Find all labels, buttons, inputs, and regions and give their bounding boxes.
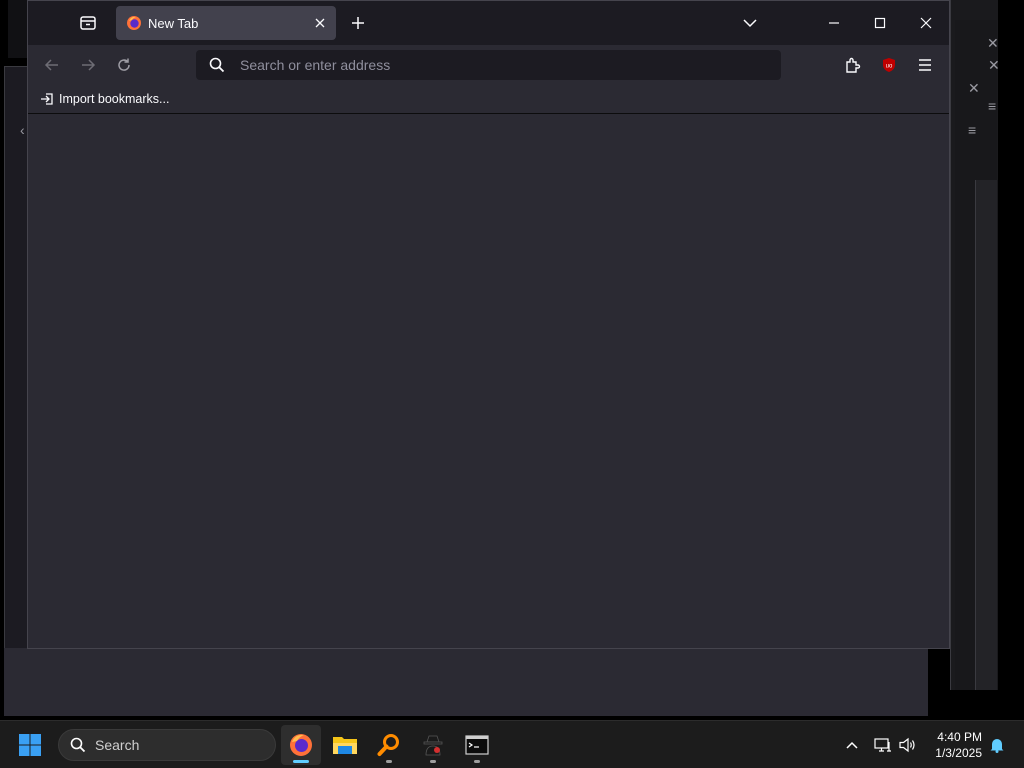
reload-button[interactable]	[110, 51, 138, 79]
running-indicator	[474, 760, 480, 763]
bell-icon	[990, 739, 1004, 753]
notifications-button[interactable]	[987, 735, 1007, 755]
taskbar-search-label: Search	[95, 737, 140, 753]
firefox-view-icon	[80, 16, 96, 30]
arrow-right-icon	[82, 59, 96, 71]
back-icon: ‹	[20, 122, 25, 138]
active-indicator	[293, 760, 309, 763]
firefox-view-button[interactable]	[76, 11, 100, 35]
taskbar-app-spy[interactable]	[413, 725, 453, 765]
close-tab-button[interactable]	[308, 11, 332, 35]
chevron-up-icon	[846, 741, 858, 749]
background-window	[8, 0, 28, 58]
address-bar[interactable]	[196, 50, 781, 80]
close-window-button[interactable]	[903, 7, 949, 39]
show-hidden-icons-button[interactable]	[842, 735, 862, 755]
background-window-footer	[4, 648, 928, 716]
menu-icon: ≡	[988, 98, 997, 114]
taskbar-app-search-tool[interactable]	[369, 725, 409, 765]
minimize-icon	[829, 22, 839, 24]
url-input[interactable]	[238, 56, 781, 74]
close-icon	[315, 18, 325, 28]
plus-icon	[352, 17, 364, 29]
system-clock[interactable]: 4:40 PM 1/3/2025	[926, 729, 982, 761]
file-explorer-icon	[333, 737, 357, 754]
network-icon	[874, 738, 891, 752]
minimize-button[interactable]	[811, 7, 857, 39]
ublock-origin-button[interactable]: uo	[875, 51, 903, 79]
forward-button[interactable]	[74, 51, 102, 79]
import-icon	[41, 93, 53, 105]
page-content[interactable]	[28, 114, 949, 648]
firefox-icon	[290, 734, 312, 756]
extensions-button[interactable]	[839, 51, 867, 79]
hamburger-menu-icon	[919, 59, 931, 71]
running-indicator	[386, 760, 392, 763]
new-tab-button[interactable]	[346, 11, 370, 35]
close-icon	[920, 17, 932, 29]
taskbar-app-file-explorer[interactable]	[325, 725, 365, 765]
title-bar: New Tab	[28, 1, 949, 45]
import-bookmarks-button[interactable]: Import bookmarks...	[40, 90, 169, 108]
search-icon	[208, 56, 226, 74]
search-tool-icon	[377, 734, 399, 756]
navigation-toolbar: uo	[28, 45, 949, 85]
taskbar-search-box[interactable]: Search	[58, 729, 276, 761]
windows-start-icon[interactable]	[18, 733, 42, 757]
firefox-window: New Tab Search or enter address uo Impor…	[27, 0, 950, 649]
close-icon: ✕	[987, 35, 999, 51]
svg-text:uo: uo	[886, 64, 893, 70]
close-icon: ✕	[988, 57, 1000, 73]
spy-app-icon	[423, 735, 443, 756]
app-menu-button[interactable]	[911, 51, 939, 79]
volume-button[interactable]	[898, 735, 918, 755]
background-window	[975, 180, 997, 690]
menu-icon: ≡	[968, 122, 977, 138]
tab-title: New Tab	[148, 15, 199, 31]
bookmarks-toolbar: Import bookmarks...	[28, 85, 949, 114]
arrow-left-icon	[44, 59, 58, 71]
running-indicator	[430, 760, 436, 763]
terminal-icon	[465, 735, 489, 755]
speaker-icon	[899, 737, 915, 753]
puzzle-piece-icon	[846, 57, 861, 73]
ublock-origin-icon: uo	[883, 58, 895, 72]
close-icon: ✕	[968, 80, 980, 96]
tab-new-tab[interactable]: New Tab	[116, 6, 336, 40]
taskbar-app-firefox[interactable]	[281, 725, 321, 765]
clock-date: 1/3/2025	[935, 746, 982, 760]
network-button[interactable]	[873, 735, 893, 755]
reload-icon	[118, 58, 130, 71]
import-bookmarks-label: Import bookmarks...	[59, 92, 170, 106]
maximize-button[interactable]	[857, 7, 903, 39]
search-icon	[69, 736, 87, 754]
list-all-tabs-button[interactable]	[738, 11, 762, 35]
maximize-icon	[874, 17, 886, 29]
back-button[interactable]	[38, 51, 66, 79]
firefox-favicon-icon	[127, 16, 141, 30]
clock-time: 4:40 PM	[937, 730, 982, 744]
taskbar: Search 4:40 PM 1/3/2025	[0, 720, 1024, 768]
taskbar-app-terminal[interactable]	[457, 725, 497, 765]
chevron-down-icon	[743, 19, 757, 28]
